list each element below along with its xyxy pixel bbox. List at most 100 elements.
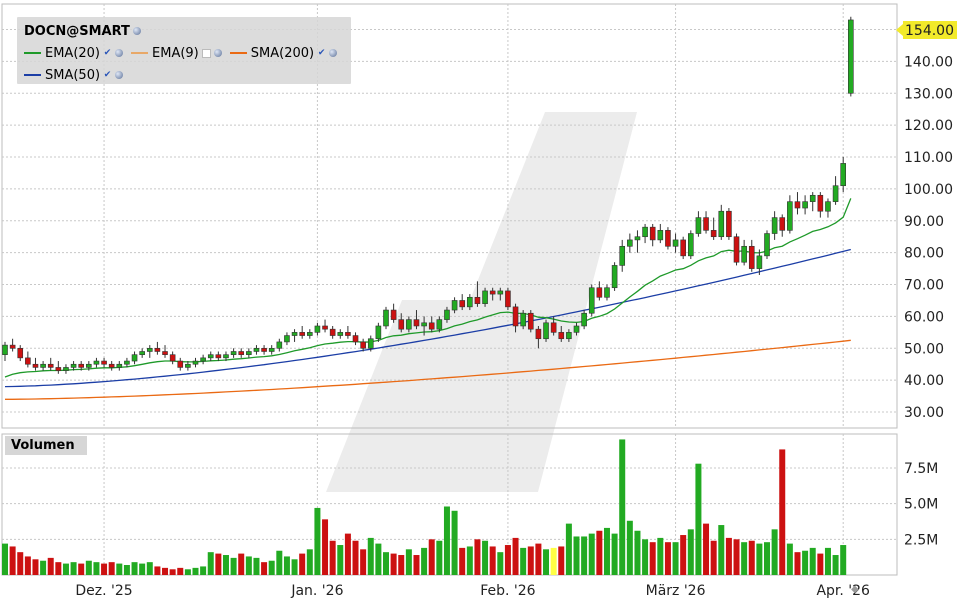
volume-bar: [116, 563, 123, 575]
volume-bar: [657, 537, 664, 575]
candle: [665, 227, 671, 250]
volume-bar: [360, 549, 367, 575]
candle-body: [253, 348, 260, 352]
candle: [63, 364, 69, 374]
last-price-label: 154.00: [905, 23, 954, 39]
candle-body: [40, 363, 46, 368]
price-tick-label: 50.00: [904, 341, 944, 357]
price-tick-label: 110.00: [904, 150, 953, 166]
volume-bar: [55, 562, 62, 575]
volume-bar: [565, 523, 572, 575]
volume-bar: [146, 562, 153, 575]
volume-bar: [245, 556, 252, 575]
candle-body: [413, 319, 420, 327]
candle-body: [108, 363, 115, 368]
ema20-checkbox-icon[interactable]: ✔: [103, 48, 112, 58]
volume-bar: [703, 523, 710, 575]
legend-item-ema20[interactable]: EMA(20) ✔: [24, 46, 124, 61]
candle-body: [779, 217, 786, 231]
sma200-settings-icon[interactable]: [329, 49, 338, 57]
candle: [352, 332, 359, 346]
candle-body: [17, 348, 24, 359]
candle-body: [451, 300, 458, 311]
candle: [299, 325, 305, 339]
legend-item-sma200[interactable]: SMA(200) ✔: [229, 45, 338, 61]
candle: [101, 357, 107, 368]
scroll-marker-icon[interactable]: ◆: [851, 584, 859, 595]
candle-body: [672, 239, 679, 247]
candle-body: [604, 287, 610, 298]
sma50-swatch: [24, 74, 41, 76]
volume-bar: [162, 567, 169, 575]
ema20-settings-icon[interactable]: [115, 49, 124, 57]
candle-body: [261, 348, 267, 352]
volume-bar: [527, 546, 534, 575]
symbol-settings-icon[interactable]: [132, 27, 141, 35]
candle: [32, 357, 39, 371]
candle-body: [131, 354, 138, 362]
volume-bar: [733, 539, 740, 575]
ema9-checkbox-icon[interactable]: ✔: [201, 48, 211, 58]
scroll-marker[interactable]: ◆: [851, 584, 859, 595]
volume-bar: [474, 539, 481, 575]
chart-legend: DOCN@SMART EMA(20) ✔ EMA(9) ✔ SMA(200) ✔…: [17, 17, 351, 84]
candle: [207, 351, 214, 362]
candle-body: [2, 344, 8, 355]
legend-label-sma200: SMA(200): [250, 45, 315, 61]
volume-bar: [756, 543, 763, 575]
candle-body: [619, 245, 626, 266]
volume-bar: [276, 550, 283, 575]
candle: [200, 354, 206, 365]
volume-bar: [550, 547, 557, 575]
volume-bar: [261, 562, 268, 575]
volume-bar: [718, 525, 725, 575]
candle-body: [329, 328, 336, 336]
volume-bar: [840, 545, 847, 575]
candle-body: [162, 351, 168, 355]
legend-title-row: DOCN@SMART: [24, 20, 351, 42]
volume-bar: [824, 547, 831, 575]
candle-body: [146, 348, 153, 352]
candle-body: [794, 201, 801, 209]
volume-bar: [17, 552, 24, 575]
legend-item-ema9[interactable]: EMA(9) ✔: [131, 46, 222, 61]
volume-bar: [215, 553, 222, 575]
candle-body: [383, 309, 389, 327]
candle: [246, 348, 252, 358]
ema9-settings-icon[interactable]: [213, 49, 222, 57]
candle-body: [726, 210, 732, 238]
candle: [809, 192, 816, 212]
date-tick-label: Jan. '26: [290, 583, 343, 599]
sma50-checkbox-icon[interactable]: ✔: [103, 70, 112, 80]
candle-body: [398, 319, 405, 330]
candle-body: [581, 312, 587, 327]
sma200-checkbox-icon[interactable]: ✔: [317, 48, 326, 58]
candle-body: [345, 332, 351, 336]
candle: [291, 329, 298, 342]
candle: [322, 319, 328, 333]
date-tick-label: Dez. '25: [75, 583, 132, 599]
volume-bar: [786, 543, 793, 575]
volume-bar: [405, 549, 412, 575]
candle-body: [337, 332, 344, 336]
volume-bar: [489, 546, 496, 575]
candle-body: [421, 322, 427, 327]
candle-body: [489, 290, 496, 295]
volume-bar: [520, 547, 527, 575]
candle: [543, 319, 549, 342]
candle-body: [611, 265, 618, 289]
candle: [649, 223, 656, 247]
volume-bar: [207, 552, 214, 575]
legend-item-sma50[interactable]: SMA(50) ✔: [24, 68, 124, 83]
candle-body: [718, 210, 725, 238]
volume-bar: [184, 569, 191, 575]
candle-body: [756, 255, 763, 269]
candle-body: [588, 287, 595, 314]
volume-bar: [573, 536, 580, 575]
sma50-settings-icon[interactable]: [115, 71, 124, 79]
candle-body: [314, 325, 321, 333]
volume-bar: [535, 543, 542, 575]
candle: [139, 348, 145, 358]
volume-bar: [764, 542, 770, 575]
volume-bar: [619, 439, 626, 575]
